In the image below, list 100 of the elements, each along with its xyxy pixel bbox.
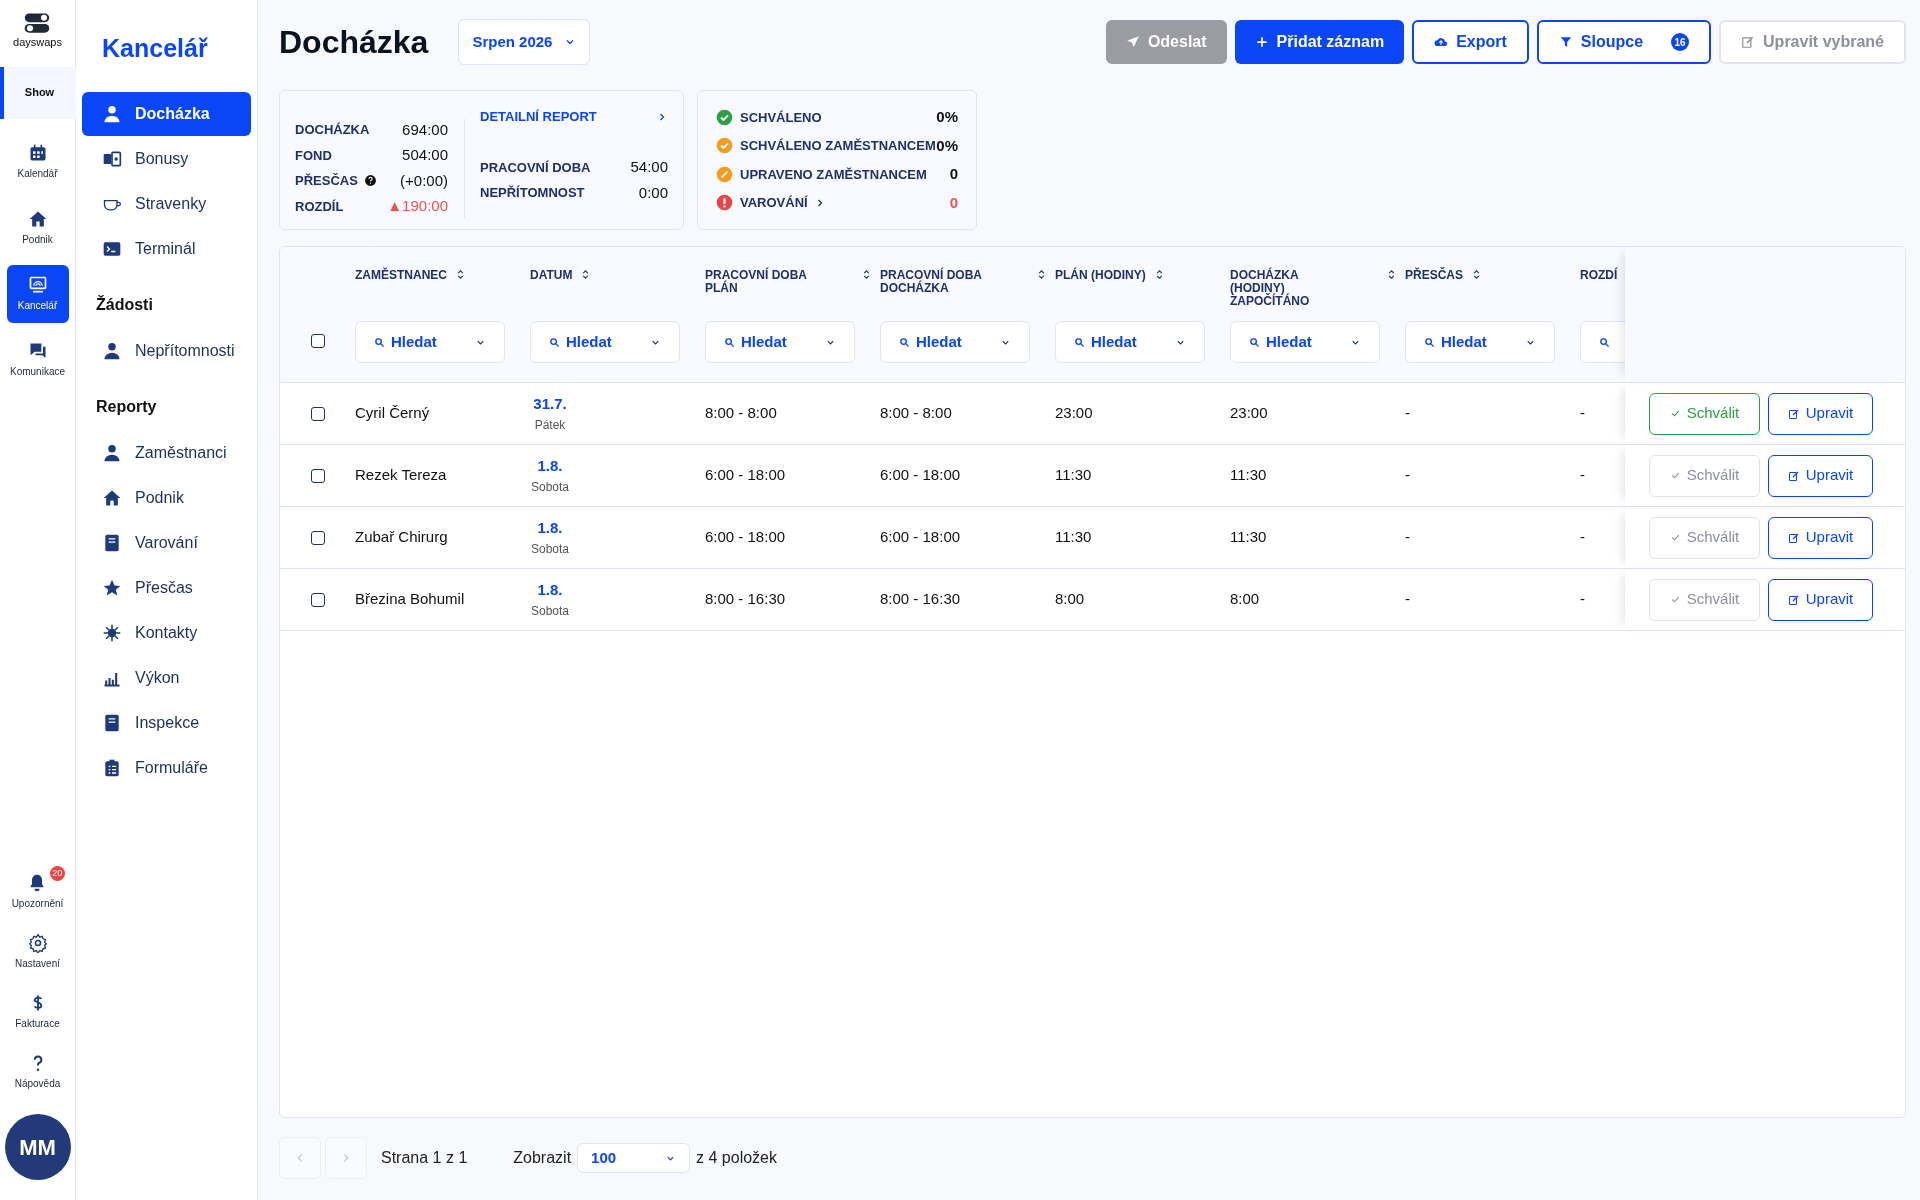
help-icon [363, 174, 377, 188]
table-cell: 23:00 [1230, 404, 1268, 422]
column-header[interactable]: PRACOVNÍ DOBA PLÁN [705, 269, 825, 295]
filter-dropdown[interactable]: Hledat [355, 321, 505, 363]
column-header[interactable]: ROZDÍ [1580, 269, 1618, 282]
logo-text: dayswaps [13, 35, 62, 50]
sidebar-item[interactable]: Docházka [82, 91, 251, 136]
avatar[interactable]: MM [4, 1114, 71, 1180]
filter-dropdown[interactable]: Hledat [1405, 321, 1555, 363]
column-header[interactable]: DOCHÁZKA (HODINY) ZAPOČÍTÁNO [1230, 269, 1350, 308]
notification-badge: 20 [49, 866, 65, 881]
sidebar-item[interactable]: Bonusy [82, 136, 251, 181]
rail-item[interactable]: Nastavení [15, 922, 60, 982]
sidebar-item[interactable]: Stravenky [82, 181, 251, 226]
table-cell: 8:00 - 8:00 [705, 404, 777, 422]
sort-icon [1471, 269, 1482, 280]
filter-dropdown[interactable]: Hledat [530, 321, 680, 363]
table-cell: - [1405, 404, 1410, 422]
date-link[interactable]: 1.8. [537, 517, 563, 540]
summary-value: 0:00 [638, 182, 668, 203]
checkbox[interactable] [310, 468, 325, 483]
sidebar-item[interactable]: Zaměstnanci [82, 430, 251, 475]
filter-dropdown[interactable]: Hledat [1230, 321, 1380, 363]
table-cell: 6:00 - 18:00 [880, 466, 961, 484]
search-icon [724, 336, 735, 348]
checkbox[interactable] [310, 406, 325, 421]
month-dropdown[interactable]: Srpen 2026 [458, 19, 591, 65]
sidebar-item[interactable]: Přesčas [82, 565, 251, 610]
search-icon [374, 336, 385, 348]
table-cell: Zubař Chirurg [355, 528, 448, 546]
edit-button[interactable]: Upravit [1768, 392, 1873, 435]
column-header[interactable]: PRACOVNÍ DOBA DOCHÁZKA [880, 269, 1000, 295]
table-cell: 6:00 - 18:00 [705, 466, 786, 484]
sidebar-item[interactable]: Terminál [82, 226, 251, 271]
edit-button[interactable]: Upravit [1768, 516, 1873, 559]
page-size-dropdown[interactable]: 100 [577, 1143, 691, 1173]
clipboard-icon [102, 757, 122, 778]
sidebar-item[interactable]: Inspekce [82, 700, 251, 745]
rail-item[interactable]: Fakturace [15, 982, 60, 1042]
table-cell: Březina Bohumil [355, 590, 465, 608]
sidebar-item[interactable]: Nepřítomnosti [82, 328, 251, 373]
person-icon [102, 442, 122, 463]
table-cell: 6:00 - 18:00 [705, 528, 786, 546]
pencil-circle-icon [716, 165, 733, 183]
monitor-icon [27, 274, 48, 295]
edit-button[interactable]: Upravit [1768, 578, 1873, 621]
table-cell: Cyril Černý [355, 404, 430, 422]
checkbox[interactable] [310, 334, 325, 348]
column-header[interactable]: PLÁN (HODINY) [1055, 269, 1146, 282]
rail-item[interactable]: Komunikace [6, 330, 69, 389]
approve-button[interactable]: Schválit [1649, 392, 1760, 435]
edit-icon [1787, 531, 1800, 544]
weekday-text: Sobota [530, 602, 569, 620]
column-header[interactable]: DATUM [530, 269, 573, 282]
filter-dropdown[interactable]: Hledat [1055, 321, 1205, 363]
sidebar-item[interactable]: Formuláře [82, 745, 251, 790]
rail-item[interactable]: Nápověda [14, 1042, 61, 1102]
rail-item[interactable]: Kalendář [6, 132, 69, 191]
column-header[interactable]: PŘESČAS [1405, 269, 1463, 282]
detail-report-link[interactable]: DETAILNÍ REPORT [480, 106, 668, 127]
date-link[interactable]: 1.8. [537, 579, 563, 602]
date-link[interactable]: 31.7. [533, 393, 567, 416]
settings-icon [27, 933, 48, 953]
sidebar-item[interactable]: Varování [82, 520, 251, 565]
rail-item[interactable]: Podnik [6, 198, 69, 257]
date-link[interactable]: 1.8. [537, 455, 563, 478]
sidebar-item[interactable]: Kontakty [82, 610, 251, 655]
book-icon [102, 712, 122, 733]
rail-item[interactable]: Kancelář [6, 264, 69, 323]
section-heading: Reporty [95, 396, 158, 417]
summary-label: PŘESČAS [295, 172, 358, 190]
checkbox[interactable] [310, 530, 325, 545]
table-cell: 6:00 - 18:00 [880, 528, 961, 546]
table-cell: 8:00 [1055, 590, 1085, 608]
rail-item[interactable]: 20 Upozornění [11, 862, 64, 922]
sidebar-item[interactable]: Výkon [82, 655, 251, 700]
table-cell: 8:00 - 8:00 [880, 404, 952, 422]
edit-icon [1787, 593, 1800, 606]
columns-button[interactable]: Sloupce 16 [1536, 20, 1712, 64]
toggle-logo-icon [23, 12, 52, 34]
check-circle-icon [716, 108, 733, 126]
checkbox[interactable] [310, 592, 325, 607]
status-label: SCHVÁLENO ZAMĚSTNANCEM [740, 137, 936, 155]
total-count: z 4 položek [696, 1148, 777, 1168]
virus-icon [102, 622, 122, 643]
table-cell: - [1580, 528, 1585, 546]
add-button[interactable]: Přidat záznam [1234, 20, 1405, 64]
summary-label: PRACOVNÍ DOBA [480, 158, 591, 177]
workspace-tab[interactable]: Show [0, 66, 76, 119]
check-icon [1669, 408, 1681, 419]
filter-dropdown[interactable]: Hledat [705, 321, 855, 363]
edit-button[interactable]: Upravit [1768, 454, 1873, 497]
summary-value: 504:00 [402, 145, 448, 165]
sidebar-item[interactable]: Podnik [82, 475, 251, 520]
filter-dropdown[interactable]: Hledat [880, 321, 1030, 363]
weekday-text: Sobota [530, 540, 569, 558]
page-indicator: Strana 1 z 1 [381, 1148, 468, 1168]
export-button[interactable]: Export [1412, 20, 1529, 64]
summary-value: 694:00 [402, 119, 448, 140]
column-header[interactable]: ZAMĚSTNANEC [355, 269, 447, 282]
